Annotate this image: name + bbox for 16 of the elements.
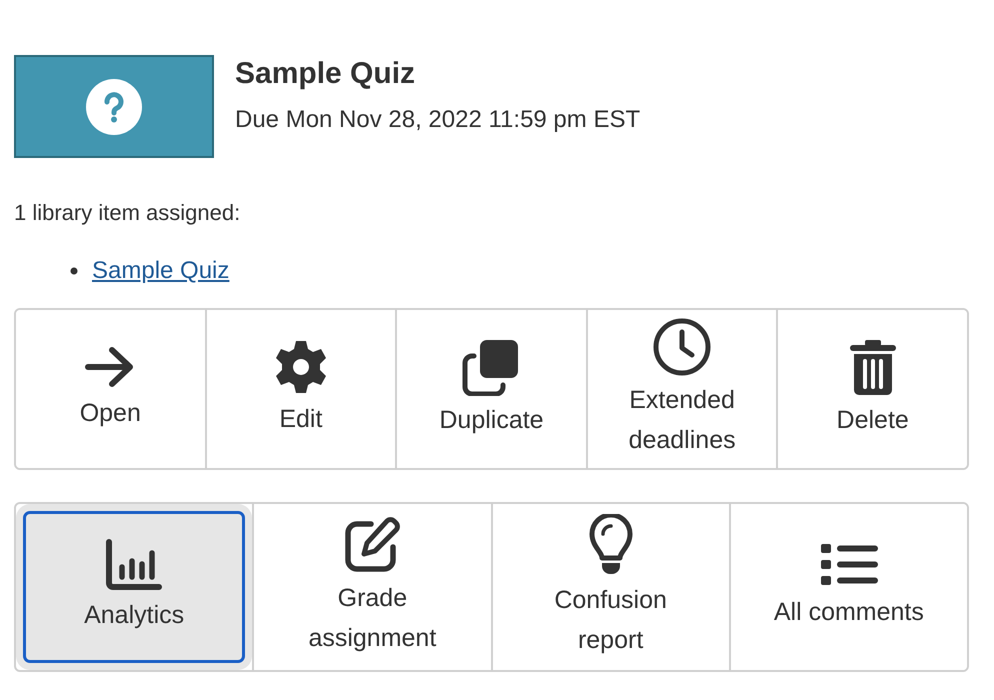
list-icon (820, 542, 878, 588)
clock-icon (653, 318, 712, 376)
question-icon (86, 78, 142, 134)
bar-chart-icon (105, 539, 164, 591)
action-button[interactable]: Delete (776, 310, 967, 468)
assignment-title: Sample Quiz (235, 56, 416, 92)
action-button[interactable]: Analytics (16, 504, 252, 670)
assigned-count: 1 library item assigned: (14, 199, 242, 227)
pencil-square-icon (343, 516, 402, 574)
lightbulb-icon (588, 514, 633, 576)
trash-icon (848, 338, 898, 396)
bullet-icon (70, 267, 78, 275)
action-button[interactable]: All comments (728, 504, 967, 670)
due-date: Due Mon Nov 28, 2022 11:59 pm EST (235, 105, 640, 135)
copy-icon (462, 338, 520, 396)
library-item-link[interactable]: Sample Quiz (92, 256, 230, 286)
